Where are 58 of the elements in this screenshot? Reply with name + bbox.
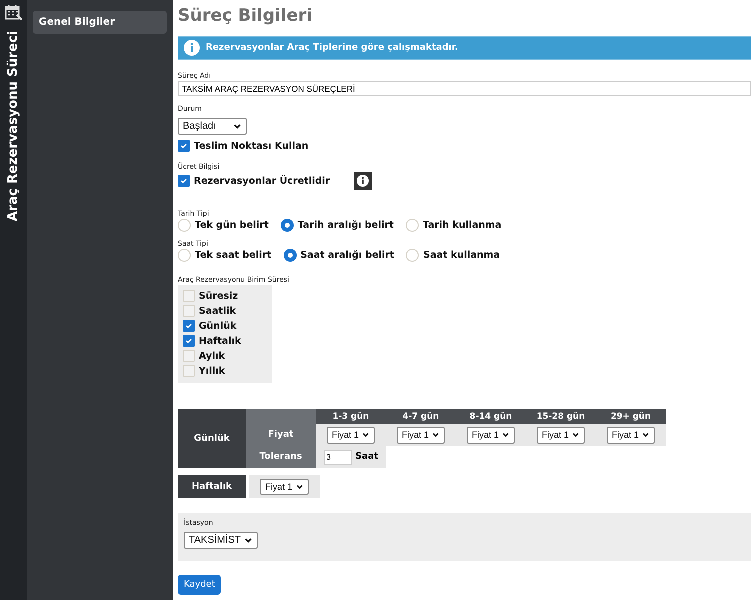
price-select[interactable]: Fiyat 1: [466, 426, 515, 444]
radio-label: Tek gün belirt: [195, 220, 269, 231]
column-header: 8-14 gün: [456, 409, 526, 424]
column-header: 4-7 gün: [386, 409, 456, 424]
chevron-icon: [362, 431, 370, 439]
checkbox-label: Süresiz: [199, 290, 238, 302]
banner-text: Rezervasyonlar Araç Tiplerine göre çalışmaktadır.: [206, 43, 458, 53]
table-header: Haftalık: [178, 475, 246, 498]
chevron-icon: [502, 431, 510, 439]
chevron-icon: [432, 431, 440, 439]
column-header: 29+ gün: [596, 409, 666, 424]
checkbox-label: Günlük: [199, 320, 237, 332]
table-header: Günlük: [178, 409, 246, 468]
checkbox-label: Haftalık: [199, 336, 242, 346]
info-button[interactable]: [354, 172, 372, 190]
chevron-icon: [296, 482, 304, 490]
radio-label: Tarih kullanma: [422, 220, 502, 231]
chevron-icon: [642, 431, 650, 439]
radio-label: Saat kullanma: [423, 250, 500, 261]
calendar-icon: [4, 4, 22, 21]
checkbox[interactable]: [183, 335, 195, 347]
checkbox-label: Rezervasyonlar Ücretlidir: [194, 176, 330, 186]
station-select[interactable]: TAKSİMİST: [184, 532, 258, 549]
tolerance-input[interactable]: 3: [324, 450, 352, 464]
price-select[interactable]: Fiyat 1: [606, 426, 655, 444]
price-select[interactable]: Fiyat 1: [326, 426, 375, 444]
check-icon: [180, 177, 188, 185]
unit-label: Saat: [356, 452, 378, 462]
checkbox[interactable]: [178, 175, 190, 187]
radio-button[interactable]: [280, 219, 294, 232]
price-select[interactable]: Fiyat 1: [396, 426, 445, 444]
price-select[interactable]: Fiyat 1: [536, 426, 585, 444]
check-icon: [180, 142, 188, 150]
price-select[interactable]: Fiyat 1: [260, 478, 308, 494]
radio-label: Tarih aralığı belirt: [298, 220, 394, 231]
row-header: Fiyat: [246, 424, 316, 446]
checkbox-label: Saatlik: [199, 306, 236, 316]
checkbox-label: Yıllık: [199, 366, 226, 376]
chevron-icon: [233, 122, 242, 131]
column-header: 15-28 gün: [526, 409, 596, 424]
sidebar-item[interactable]: Genel Bilgiler: [33, 11, 167, 34]
chevron-icon: [244, 536, 254, 545]
column-header: 1-3 gün: [316, 409, 386, 424]
checkbox-label: Aylık: [199, 350, 226, 362]
checkbox-label: Teslim Noktası Kullan: [194, 140, 309, 152]
page-title: Süreç Bilgileri: [178, 6, 314, 26]
rail-title: Araç Rezervasyonu Süreci: [6, 31, 21, 222]
checkbox[interactable]: [178, 140, 190, 152]
radio-label: Saat aralığı belirt: [300, 250, 394, 261]
chevron-icon: [572, 431, 580, 439]
radio-label: Tek saat belirt: [195, 250, 272, 261]
info-icon: [184, 40, 200, 56]
checkbox[interactable]: [183, 320, 195, 332]
radio-button[interactable]: [284, 249, 297, 262]
input-field[interactable]: TAKSİM ARAÇ REZERVASYON SÜREÇLERİ: [178, 81, 751, 96]
row-header: Tolerans: [246, 446, 316, 468]
save-button[interactable]: Kaydet: [178, 575, 222, 595]
status-select[interactable]: Başladı: [178, 118, 247, 135]
